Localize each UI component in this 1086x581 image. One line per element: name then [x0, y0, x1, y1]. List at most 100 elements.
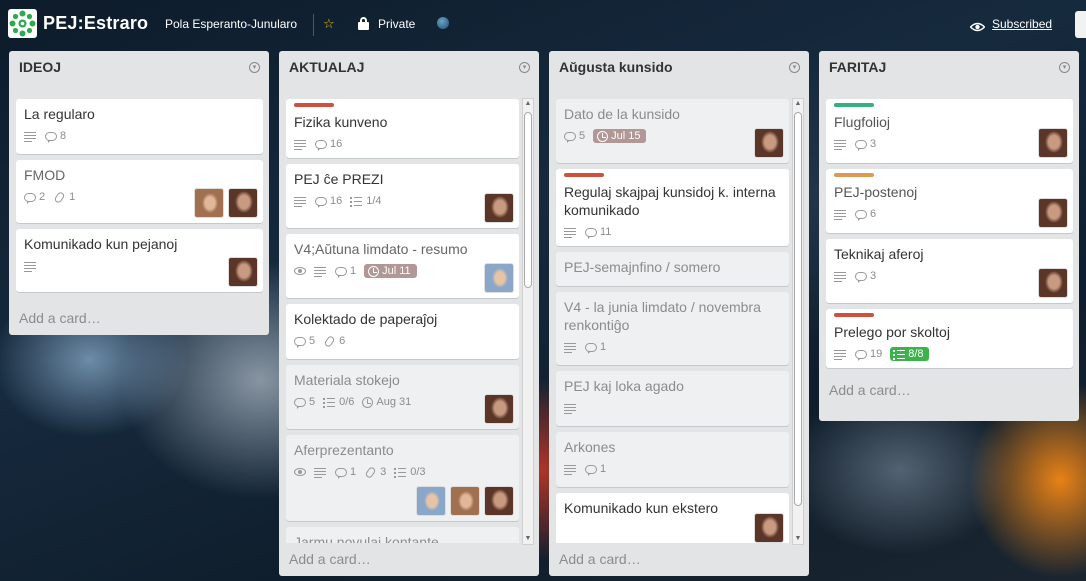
list-menu-icon[interactable]: ▾ [1059, 62, 1070, 73]
scroll-up-arrow[interactable]: ▲ [793, 99, 803, 109]
due-date-badge: Jul 11 [364, 264, 417, 278]
card-label-red [564, 173, 604, 177]
card-komunikado-kun-pejanoj[interactable]: Komunikado kun pejanoj [16, 229, 263, 292]
avatar[interactable] [450, 486, 480, 516]
description-badge [564, 463, 577, 475]
globe-icon[interactable] [437, 17, 449, 29]
card-fizika-kunveno[interactable]: Fizika kunveno 16 [286, 99, 519, 158]
scroll-thumb[interactable] [794, 112, 802, 506]
card-prelego-por-skoltoj[interactable]: Prelego por skoltoj 19 8/8 [826, 309, 1073, 368]
list-name[interactable]: AKTUALAJ [289, 59, 364, 75]
scrollbar[interactable]: ▲ ▼ [522, 98, 534, 545]
card-materiala-stokejo[interactable]: Materiala stokejo 5 0/6 Aug 31 [286, 365, 519, 429]
card-fmod[interactable]: FMOD 2 1 [16, 160, 263, 223]
avatar[interactable] [1038, 128, 1068, 158]
card-pej-ce-prezi[interactable]: PEJ ĉe PREZI 16 1/4 [286, 164, 519, 228]
comments-badge: 3 [855, 269, 876, 283]
description-badge [834, 138, 847, 150]
description-badge [564, 341, 577, 353]
board-logo-icon[interactable] [8, 9, 37, 38]
star-icon[interactable]: ☆ [323, 16, 335, 32]
avatar[interactable] [754, 128, 784, 158]
scroll-down-arrow[interactable]: ▼ [793, 534, 803, 544]
card-regulaj-skajpaj-kunsidoj[interactable]: Regulaj skajpaj kunsidoj k. interna komu… [556, 169, 789, 246]
card-pej-postenoj[interactable]: PEJ-postenoj 6 [826, 169, 1073, 233]
list-name[interactable]: IDEOJ [19, 59, 61, 75]
watch-badge [294, 468, 306, 476]
card-title: FMOD [24, 167, 66, 183]
board-title[interactable]: PEJ:Estraro [43, 13, 148, 34]
avatar[interactable] [228, 188, 258, 218]
sidebar-toggle-button[interactable] [1075, 11, 1086, 38]
card-partial[interactable]: Jarmu novulai kontante [286, 527, 519, 543]
card-la-regularo[interactable]: La regularo 8 [16, 99, 263, 154]
card-badges: 3 [834, 268, 1065, 284]
card-dato-de-la-kunsido[interactable]: Dato de la kunsido 5 Jul 15 [556, 99, 789, 163]
list-cards: Fizika kunveno 16 PEJ ĉe PREZI 16 1/4 V4… [279, 89, 539, 543]
avatar[interactable] [1038, 268, 1068, 298]
avatar[interactable] [416, 486, 446, 516]
comments-badge: 6 [855, 207, 876, 221]
scrollbar[interactable]: ▲ ▼ [792, 98, 804, 545]
add-card-button[interactable]: Add a card… [549, 543, 809, 575]
card-badges [24, 258, 255, 274]
scroll-up-arrow[interactable]: ▲ [523, 99, 533, 109]
comment-icon [45, 132, 57, 143]
card-label-orange [834, 173, 874, 177]
scroll-thumb[interactable] [524, 112, 532, 288]
card-badges: 16 1/4 [294, 193, 511, 209]
list-name[interactable]: Aŭgusta kunsido [559, 59, 673, 75]
description-icon [834, 138, 847, 150]
list-menu-icon[interactable]: ▾ [519, 62, 530, 73]
card-arkones[interactable]: Arkones 1 [556, 432, 789, 487]
card-pej-kaj-loka-agado[interactable]: PEJ kaj loka agado [556, 371, 789, 426]
avatar[interactable] [484, 193, 514, 223]
avatar[interactable] [1038, 198, 1068, 228]
card-kolektado-de-paperajoj[interactable]: Kolektado de paperaĵoj 5 6 [286, 304, 519, 359]
description-badge [314, 466, 327, 478]
add-card-button[interactable]: Add a card… [279, 543, 539, 575]
comment-icon [855, 350, 867, 361]
card-badges: 5 Jul 15 [564, 128, 781, 144]
card-v4-junia-limdato[interactable]: V4 - la junia limdato / novembra renkont… [556, 292, 789, 365]
card-pej-semajnfino[interactable]: PEJ-semajnfino / somero [556, 252, 789, 286]
due-date-badge: Jul 15 [593, 129, 647, 143]
card-badges: 5 6 [294, 333, 511, 349]
avatar[interactable] [484, 486, 514, 516]
card-badges: 19 8/8 [834, 346, 1065, 362]
comment-icon [564, 132, 576, 143]
subscribed-link[interactable]: Subscribed [992, 17, 1052, 31]
clock-icon [368, 265, 380, 277]
card-title: Regulaj skajpaj kunsidoj k. interna komu… [564, 184, 776, 218]
avatar[interactable] [194, 188, 224, 218]
add-card-button[interactable]: Add a card… [9, 302, 269, 334]
card-aferprezentanto[interactable]: Aferprezentanto 1 3 0/3 [286, 435, 519, 521]
list-menu-icon[interactable]: ▾ [789, 62, 800, 73]
checklist-badge: 1/4 [350, 194, 382, 208]
comment-icon [315, 140, 327, 151]
avatar[interactable] [754, 513, 784, 543]
card-v4-autuna-limdato[interactable]: V4;Aŭtuna limdato - resumo 1 Jul 11 [286, 234, 519, 298]
description-badge [294, 138, 307, 150]
card-teknikaj-aferoj[interactable]: Teknikaj aferoj 3 [826, 239, 1073, 303]
attachments-badge: 6 [323, 334, 345, 348]
privacy-label[interactable]: Private [378, 17, 415, 31]
comments-badge: 16 [315, 194, 342, 208]
scroll-down-arrow[interactable]: ▼ [523, 534, 533, 544]
list-menu-icon[interactable]: ▾ [249, 62, 260, 73]
card-flugfolioj[interactable]: Flugfolioj 3 [826, 99, 1073, 163]
avatar[interactable] [484, 394, 514, 424]
description-icon [834, 270, 847, 282]
list-name[interactable]: FARITAJ [829, 59, 886, 75]
description-icon [564, 341, 577, 353]
comment-icon [855, 140, 867, 151]
avatar[interactable] [228, 257, 258, 287]
card-title: V4 - la junia limdato / novembra renkont… [564, 299, 761, 333]
board-organization-link[interactable]: Pola Esperanto-Junularo [165, 17, 307, 31]
card-title: Flugfolioj [834, 114, 891, 130]
card-komunikado-kun-ekstero[interactable]: Komunikado kun ekstero [556, 493, 789, 543]
card-members [750, 128, 784, 158]
add-card-button[interactable]: Add a card… [819, 374, 1079, 406]
avatar[interactable] [484, 263, 514, 293]
comments-badge: 3 [855, 137, 876, 151]
